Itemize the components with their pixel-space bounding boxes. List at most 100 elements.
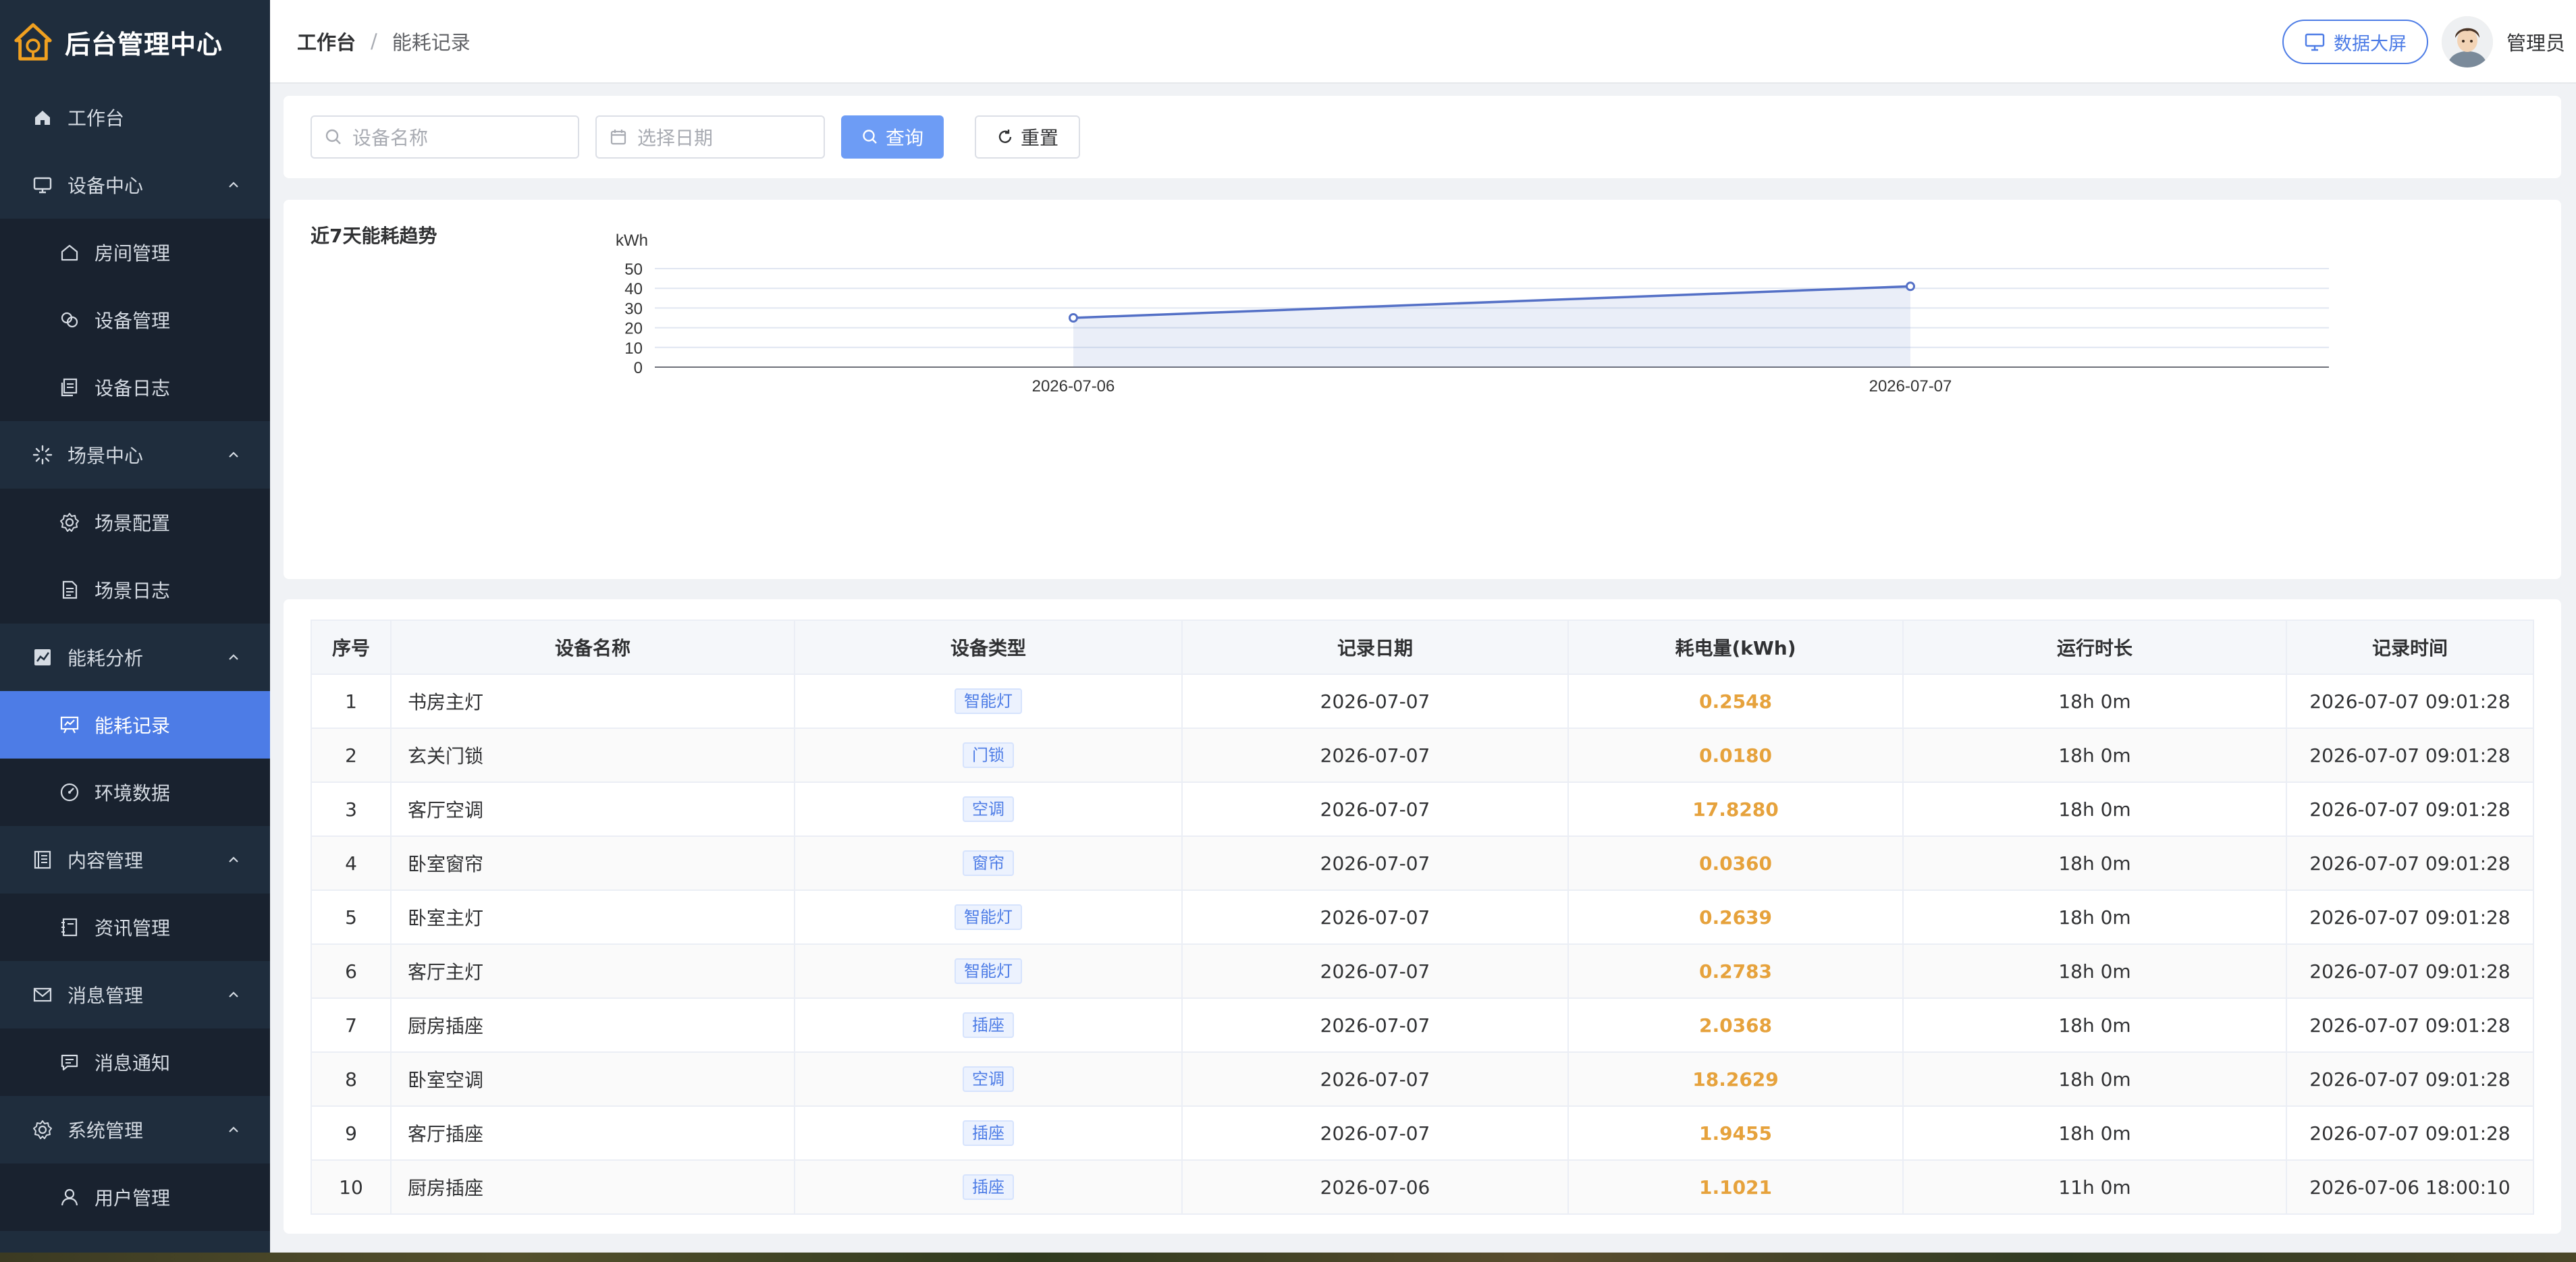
sidebar-item-11[interactable]: 内容管理 — [0, 826, 270, 894]
device-name-cell: 厨房插座 — [390, 1159, 795, 1215]
date-picker-input[interactable]: 选择日期 — [595, 115, 825, 159]
notebook-icon — [58, 916, 81, 939]
sidebar-item-15[interactable]: 系统管理 — [0, 1096, 270, 1163]
device-type-tag: 插座 — [963, 1120, 1014, 1146]
username[interactable]: 管理员 — [2506, 28, 2565, 56]
odometer-icon — [58, 781, 81, 804]
sidebar-item-label: 场景中心 — [68, 445, 144, 467]
table-row[interactable]: 9 客厅插座 插座 2026-07-07 1.9455 18h 0m 2026-07-07 … — [311, 1105, 2534, 1161]
energy-cell: 0.2783 — [1567, 943, 1904, 999]
sidebar-item-1[interactable]: 设备中心 — [0, 151, 270, 219]
sidebar-item-6[interactable]: 场景配置 — [0, 489, 270, 556]
device-name-cell: 卧室空调 — [390, 1051, 795, 1107]
device-name-cell: 卧室窗帘 — [390, 835, 795, 891]
record-time-cell: 2026-07-07 09:01:28 — [2286, 889, 2534, 945]
desktop-background-strip — [0, 1253, 2576, 1262]
reset-button[interactable]: 重置 — [975, 115, 1081, 159]
table-row[interactable]: 5 卧室主灯 智能灯 2026-07-07 0.2639 18h 0m 2026-07-07… — [311, 889, 2534, 945]
table-row[interactable]: 10 厨房插座 插座 2026-07-06 1.1021 11h 0m 2026-07-06… — [311, 1159, 2534, 1215]
document-icon — [58, 578, 81, 601]
device-type-cell: 插座 — [794, 1105, 1183, 1161]
index-cell: 7 — [311, 997, 392, 1053]
sidebar-item-label: 资讯管理 — [95, 917, 171, 939]
sidebar-item-label: 消息管理 — [68, 985, 144, 1007]
reading-icon — [31, 848, 54, 871]
device-type-tag: 空调 — [963, 1066, 1014, 1092]
sidebar-item-12[interactable]: 资讯管理 — [0, 894, 270, 961]
table-body: 1 书房主灯 智能灯 2026-07-07 0.2548 18h 0m 2026-07-07… — [311, 674, 2534, 1215]
sidebar-item-5[interactable]: 场景中心 — [0, 421, 270, 489]
device-type-cell: 空调 — [794, 1051, 1183, 1107]
breadcrumb-home[interactable]: 工作台 — [297, 27, 356, 55]
record-time-cell: 2026-07-07 09:01:28 — [2286, 1105, 2534, 1161]
energy-cell: 17.8280 — [1567, 781, 1904, 837]
chevron-up-icon — [229, 654, 238, 660]
app-title: 后台管理中心 — [65, 29, 223, 59]
house-icon — [58, 241, 81, 264]
y-tick-label: 0 — [634, 359, 643, 377]
chevron-up-icon — [229, 991, 238, 997]
chevron-up-icon — [229, 451, 238, 458]
x-tick-label: 2026-07-07 — [1869, 377, 1952, 395]
search-card: 设备名称 选择日期 查询 重置 — [284, 96, 2561, 178]
runtime-cell: 18h 0m — [1902, 1051, 2287, 1107]
table-row[interactable]: 6 客厅主灯 智能灯 2026-07-07 0.2783 18h 0m 2026-07-07… — [311, 943, 2534, 999]
table-header-row: 序号 设备名称 设备类型 记录日期 耗电量(kWh) 运行时长 记录时间 — [311, 620, 2534, 675]
record-time-cell: 2026-07-07 09:01:28 — [2286, 835, 2534, 891]
index-cell: 2 — [311, 728, 392, 783]
sidebar-item-0[interactable]: 工作台 — [0, 84, 270, 151]
table-row[interactable]: 3 客厅空调 空调 2026-07-07 17.8280 18h 0m 2026-07-07… — [311, 781, 2534, 837]
device-type-tag: 插座 — [963, 1174, 1014, 1200]
device-name-input[interactable]: 设备名称 — [311, 115, 579, 159]
device-type-cell: 插座 — [794, 1159, 1183, 1215]
table-row[interactable]: 4 卧室窗帘 窗帘 2026-07-07 0.0360 18h 0m 2026-07-07 … — [311, 835, 2534, 891]
column-header: 运行时长 — [1902, 620, 2287, 675]
table-row[interactable]: 2 玄关门锁 门锁 2026-07-07 0.0180 18h 0m 2026-07-07 … — [311, 728, 2534, 783]
runtime-cell: 18h 0m — [1902, 889, 2287, 945]
energy-cell: 1.1021 — [1567, 1159, 1904, 1215]
sidebar-item-14[interactable]: 消息通知 — [0, 1028, 270, 1096]
index-cell: 1 — [311, 674, 392, 729]
runtime-cell: 18h 0m — [1902, 674, 2287, 729]
sidebar-item-7[interactable]: 场景日志 — [0, 556, 270, 624]
app-root: 后台管理中心 工作台设备中心房间管理 设备管理 设备日志场景中心场景配置 场景日志能耗… — [0, 0, 2576, 1253]
home-icon — [31, 106, 54, 129]
table-row[interactable]: 1 书房主灯 智能灯 2026-07-07 0.2548 18h 0m 2026-07-07… — [311, 674, 2534, 729]
runtime-cell: 18h 0m — [1902, 943, 2287, 999]
sidebar-item-3[interactable]: 设备管理 — [0, 286, 270, 354]
sidebar-item-9[interactable]: 能耗记录 — [0, 691, 270, 759]
sidebar-item-4[interactable]: 设备日志 — [0, 354, 270, 421]
sidebar-item-16[interactable]: 用户管理 — [0, 1163, 270, 1231]
avatar[interactable] — [2441, 16, 2493, 67]
query-button[interactable]: 查询 — [841, 115, 944, 159]
sidebar-item-label: 能耗分析 — [68, 647, 144, 669]
main-area: 工作台 / 能耗记录 数据大屏 管理员 设备名称 选择日期 查询 重置 近7天能… — [270, 0, 2576, 1253]
index-cell: 3 — [311, 781, 392, 837]
column-header: 序号 — [311, 620, 392, 675]
data-point — [1906, 281, 1915, 292]
sidebar-item-2[interactable]: 房间管理 — [0, 219, 270, 286]
device-name-cell: 厨房插座 — [390, 997, 795, 1053]
logo[interactable]: 后台管理中心 — [0, 0, 270, 84]
y-tick-label: 20 — [624, 320, 643, 338]
data-screen-button[interactable]: 数据大屏 — [2282, 20, 2428, 64]
sidebar-item-10[interactable]: 环境数据 — [0, 759, 270, 826]
device-type-cell: 智能灯 — [794, 889, 1183, 945]
sidebar-item-label: 环境数据 — [95, 782, 171, 804]
device-name-cell: 书房主灯 — [390, 674, 795, 729]
table-row[interactable]: 7 厨房插座 插座 2026-07-07 2.0368 18h 0m 2026-07-07 … — [311, 997, 2534, 1053]
table-row[interactable]: 8 卧室空调 空调 2026-07-07 18.2629 18h 0m 2026-07-07… — [311, 1051, 2534, 1107]
chevron-up-icon — [229, 1126, 238, 1132]
sidebar-item-13[interactable]: 消息管理 — [0, 961, 270, 1028]
query-label: 查询 — [886, 127, 924, 149]
record-time-cell: 2026-07-07 09:01:28 — [2286, 997, 2534, 1053]
y-tick-label: 10 — [624, 339, 643, 358]
device-type-tag: 窗帘 — [963, 850, 1014, 876]
sidebar-item-label: 能耗记录 — [95, 715, 171, 737]
sidebar-item-label: 设备中心 — [68, 175, 144, 197]
device-type-cell: 门锁 — [794, 728, 1183, 783]
sidebar-item-8[interactable]: 能耗分析 — [0, 624, 270, 691]
chart-card: 近7天能耗趋势 kWh 0 10 20 30 40 50 2026-07-06 2026-07-… — [284, 200, 2561, 579]
energy-cell: 1.9455 — [1567, 1105, 1904, 1161]
sidebar-item-label: 工作台 — [68, 107, 125, 130]
